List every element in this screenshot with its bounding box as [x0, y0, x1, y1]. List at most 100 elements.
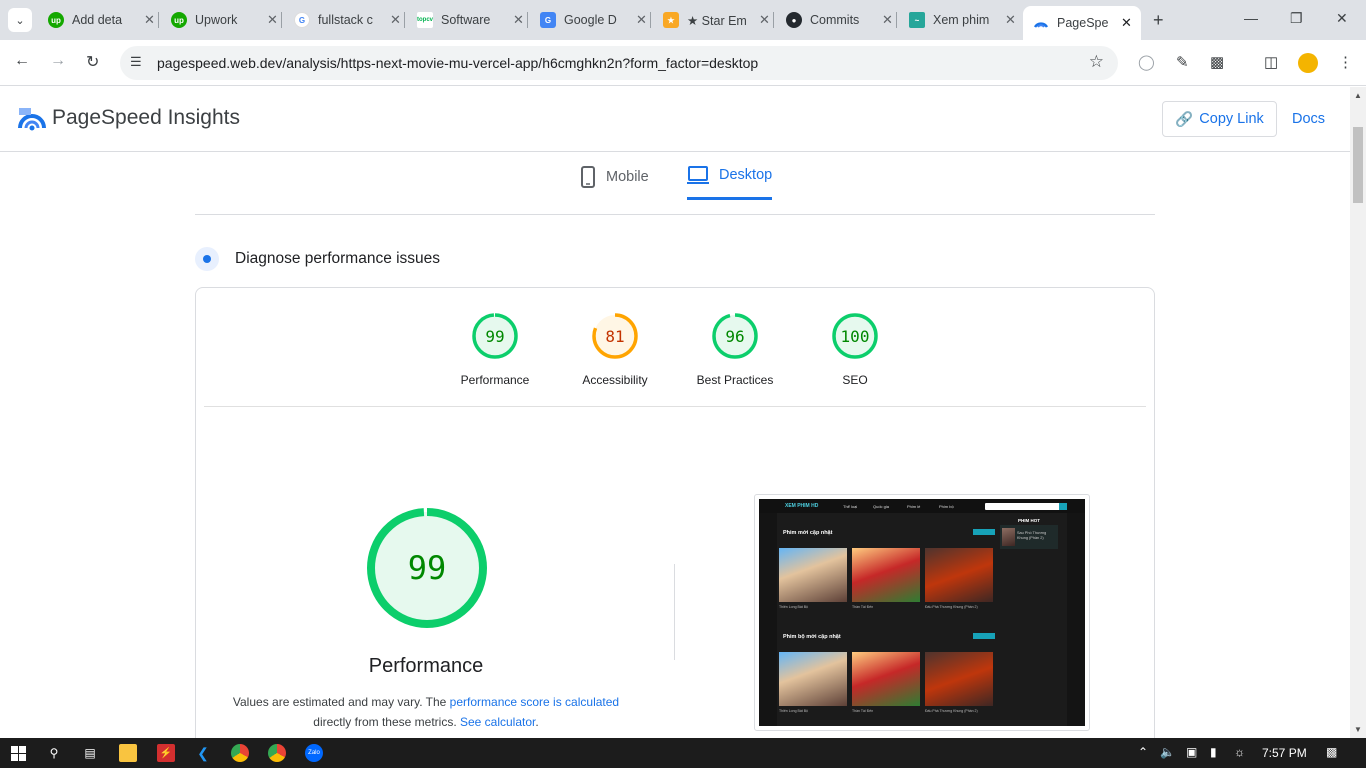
- restore-button[interactable]: ❐: [1290, 10, 1303, 27]
- volume-icon[interactable]: 🔈: [1160, 745, 1175, 759]
- browser-tab[interactable]: G Google D ✕: [540, 6, 647, 34]
- upwork-icon: up: [48, 12, 64, 28]
- battery-icon[interactable]: ▮: [1210, 745, 1217, 759]
- close-icon[interactable]: ✕: [144, 12, 155, 28]
- reload-icon[interactable]: ↻: [86, 52, 99, 72]
- forward-icon[interactable]: →: [50, 52, 66, 70]
- vertical-divider: [674, 564, 675, 660]
- search-icon[interactable]: ⚲: [45, 744, 63, 762]
- clock[interactable]: 7:57 PM: [1262, 746, 1307, 760]
- screenshot-menu-item: Quốc gia: [873, 504, 890, 509]
- screenshot-image: XEM PHIM HD Thể loại Quốc gia Phim lẻ Ph…: [759, 499, 1085, 726]
- score-ring: 96: [712, 313, 758, 359]
- windows-taskbar: ⚲ ▤ ⚡ ❮ Zalo ⌃ 🔈 ▣ ▮ ☼ 7:57 PM ▩: [0, 738, 1366, 768]
- final-screenshot[interactable]: XEM PHIM HD Thể loại Quốc gia Phim lẻ Ph…: [754, 494, 1090, 731]
- back-icon[interactable]: ←: [14, 52, 30, 70]
- browser-tab[interactable]: ~ Xem phim ✕: [909, 6, 1016, 34]
- side-panel-icon[interactable]: ◫: [1264, 53, 1278, 71]
- tab-title: Commits: [810, 13, 860, 27]
- page-scrollbar[interactable]: ▲ ▼: [1350, 87, 1366, 738]
- bookmark-star-icon[interactable]: ☆: [1089, 52, 1104, 72]
- file-explorer-icon[interactable]: [119, 744, 137, 762]
- pagespeed-icon: [1033, 15, 1049, 31]
- score-gauge-seo[interactable]: 100 SEO: [795, 312, 915, 387]
- copy-link-label: Copy Link: [1199, 111, 1264, 127]
- github-icon: ●: [786, 12, 802, 28]
- screenshot-section: Phim bộ mới cập nhật Thiên Long Bát Bộ T…: [779, 631, 995, 726]
- tab-title: PageSpe: [1057, 16, 1109, 30]
- close-icon[interactable]: ✕: [759, 12, 770, 28]
- minimize-button[interactable]: —: [1244, 10, 1258, 26]
- address-bar[interactable]: ☰ pagespeed.web.dev/analysis/https-next-…: [120, 46, 1118, 80]
- score-gauge-best-practices[interactable]: 96 Best Practices: [675, 312, 795, 387]
- flash-app-icon[interactable]: ⚡: [157, 744, 175, 762]
- close-icon[interactable]: ✕: [1005, 12, 1016, 28]
- close-window-button[interactable]: ✕: [1336, 10, 1348, 27]
- tab-title: Add deta: [72, 13, 123, 27]
- extensions-puzzle-icon[interactable]: ▩: [1210, 53, 1224, 71]
- tray-overflow-icon[interactable]: ⌃: [1138, 745, 1148, 759]
- score-gauge-accessibility[interactable]: 81 Accessibility: [555, 312, 675, 387]
- close-icon[interactable]: ✕: [636, 12, 647, 28]
- close-icon[interactable]: ✕: [1121, 15, 1132, 31]
- browser-tab-active[interactable]: PageSpe ✕: [1023, 6, 1141, 40]
- tab-title: ★ Star Em: [687, 13, 747, 28]
- browser-tab[interactable]: ★ ★ Star Em ✕: [663, 6, 770, 34]
- browser-tab[interactable]: ● Commits ✕: [786, 6, 893, 34]
- close-icon[interactable]: ✕: [513, 12, 524, 28]
- browser-toolbar: ← → ↻ ☰ pagespeed.web.dev/analysis/https…: [0, 40, 1366, 86]
- screenshot-hot-item: Sau Phó Thương Khung (Phần 2): [1000, 525, 1058, 549]
- score-gauge-performance[interactable]: 99 Performance: [435, 312, 555, 387]
- screenshot-search-button: [1059, 503, 1067, 510]
- tab-mobile[interactable]: Mobile: [580, 166, 649, 188]
- zalo-icon[interactable]: Zalo: [305, 744, 323, 762]
- display-icon[interactable]: ▣: [1186, 745, 1197, 759]
- copy-link-button[interactable]: 🔗 Copy Link: [1162, 101, 1277, 137]
- browser-tab[interactable]: up Upwork ✕: [171, 6, 278, 34]
- browser-tab[interactable]: G fullstack c ✕: [294, 6, 401, 34]
- wifi-icon[interactable]: ☼: [1234, 745, 1245, 759]
- docs-link[interactable]: Docs: [1292, 111, 1325, 127]
- pen-extension-icon[interactable]: ✎: [1176, 53, 1189, 71]
- movie-site-icon: ~: [909, 12, 925, 28]
- scroll-down-arrow[interactable]: ▼: [1354, 725, 1362, 734]
- close-icon[interactable]: ✕: [390, 12, 401, 28]
- profile-avatar[interactable]: [1298, 53, 1318, 73]
- browser-tab[interactable]: topcv Software ✕: [417, 6, 524, 34]
- tab-separator: [527, 12, 528, 28]
- browser-tab[interactable]: up Add deta ✕: [48, 6, 155, 34]
- performance-big-score: 99: [408, 549, 447, 587]
- screenshot-menu-item: Thể loại: [843, 504, 858, 509]
- screenshot-menu-item: Phim bộ: [939, 504, 954, 509]
- tab-search-button[interactable]: ⌄: [8, 8, 32, 32]
- see-calculator-link[interactable]: See calculator: [460, 715, 535, 729]
- url-text[interactable]: pagespeed.web.dev/analysis/https-next-mo…: [157, 55, 758, 71]
- laptop-icon: [687, 166, 709, 184]
- chrome-icon[interactable]: [231, 744, 249, 762]
- vscode-icon[interactable]: ❮: [194, 744, 212, 762]
- scroll-thumb[interactable]: [1353, 127, 1363, 203]
- score-calculated-link[interactable]: performance score is calculated: [450, 695, 619, 709]
- score-ring: 81: [592, 313, 638, 359]
- compass-extension-icon[interactable]: ◯: [1138, 53, 1155, 71]
- task-view-icon[interactable]: ▤: [81, 744, 99, 762]
- screenshot-margin: [759, 499, 777, 726]
- tab-desktop[interactable]: Desktop: [687, 166, 772, 184]
- windows-start-icon[interactable]: [9, 744, 27, 762]
- active-tab-indicator: [687, 197, 772, 200]
- scroll-up-arrow[interactable]: ▲: [1354, 91, 1362, 100]
- google-translate-icon: G: [540, 12, 556, 28]
- screenshot-movie-poster: [852, 652, 920, 706]
- score-value: 100: [841, 327, 870, 346]
- screenshot-hot-text: Sau Phó Thương Khung (Phần 2): [1017, 531, 1047, 540]
- notifications-icon[interactable]: ▩: [1326, 745, 1337, 759]
- tab-separator: [650, 12, 651, 28]
- chrome-profile-icon[interactable]: [268, 744, 286, 762]
- screenshot-caption: Thần Tài Đến: [852, 709, 874, 713]
- score-value: 99: [485, 327, 504, 346]
- site-info-icon[interactable]: ☰: [130, 54, 142, 70]
- close-icon[interactable]: ✕: [882, 12, 893, 28]
- menu-dots-icon[interactable]: ⋮: [1338, 53, 1353, 71]
- close-icon[interactable]: ✕: [267, 12, 278, 28]
- new-tab-button[interactable]: +: [1153, 10, 1164, 31]
